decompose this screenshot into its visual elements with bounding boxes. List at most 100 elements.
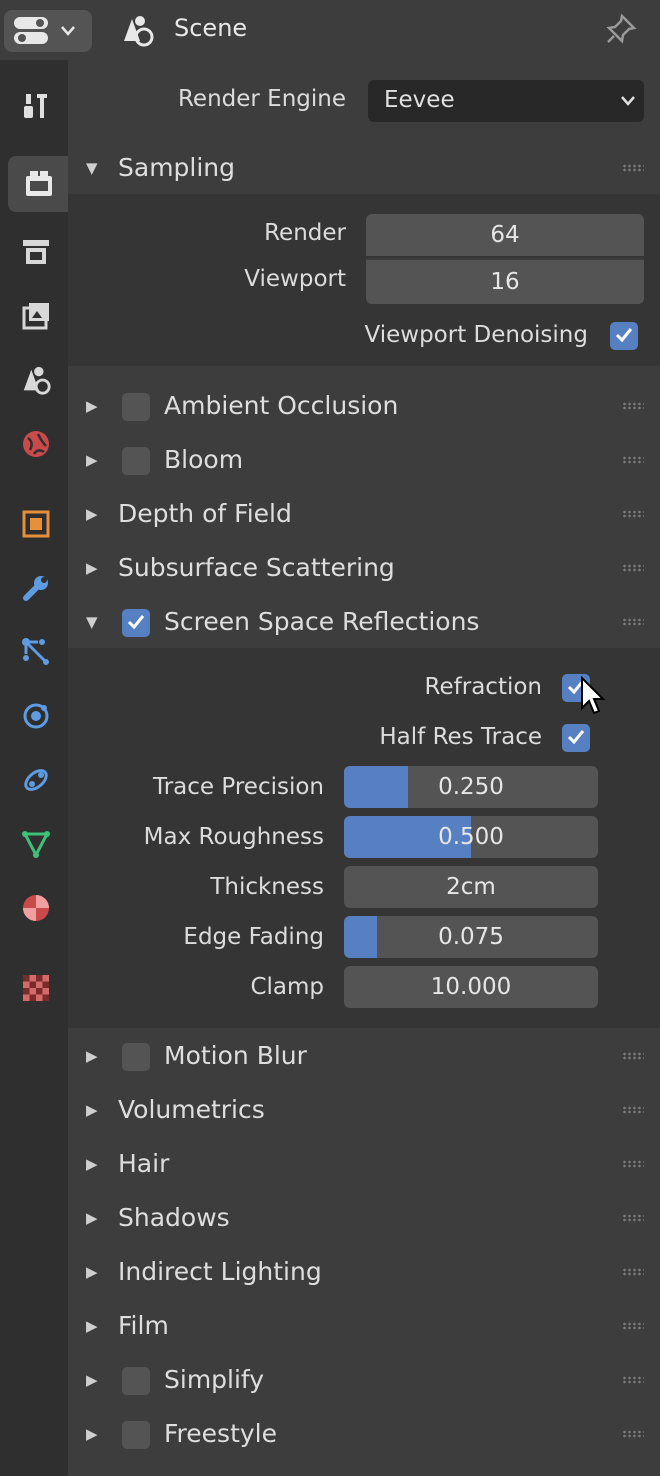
panel-screen-space-reflections-header[interactable]: ▼ Screen Space Reflections xyxy=(68,596,660,648)
render-samples-label: Render xyxy=(264,220,346,246)
drag-grip-icon[interactable] xyxy=(622,1430,644,1438)
clamp-label: Clamp xyxy=(250,974,324,1000)
panel-title: Bloom xyxy=(164,445,244,474)
viewport-samples-field[interactable]: 16 xyxy=(366,258,644,304)
edge-fading-slider[interactable]: 0.075 xyxy=(344,916,598,958)
thickness-label: Thickness xyxy=(210,874,324,900)
tab-output[interactable] xyxy=(8,224,64,280)
tab-physics[interactable] xyxy=(8,688,64,744)
tab-scene[interactable] xyxy=(8,352,64,408)
drag-grip-icon[interactable] xyxy=(622,1322,644,1330)
checkmark-icon xyxy=(567,730,585,745)
tab-world[interactable] xyxy=(8,416,64,472)
ssr-body: Refraction Half Res Trace Trace Precisio… xyxy=(68,648,660,1028)
panel-hair-header[interactable]: ▶ Hair xyxy=(68,1138,660,1190)
mouse-cursor-icon xyxy=(581,676,606,715)
output-printer-icon xyxy=(23,240,49,264)
render-samples-field[interactable]: 64 xyxy=(366,214,644,256)
panel-title: Depth of Field xyxy=(118,499,292,528)
panel-title: Sampling xyxy=(118,153,236,182)
edge-fading-value: 0.075 xyxy=(438,924,504,950)
panel-sampling-header[interactable]: ▼ Sampling xyxy=(68,142,660,194)
panel-motion-blur-header[interactable]: ▶ Motion Blur xyxy=(68,1030,660,1082)
panel-title: Simplify xyxy=(164,1365,265,1394)
tab-modifiers[interactable] xyxy=(8,560,64,616)
max-roughness-label: Max Roughness xyxy=(143,824,324,850)
editor-type-button[interactable] xyxy=(4,10,92,52)
thickness-field[interactable]: 2cm xyxy=(344,866,598,908)
panel-shadows-header[interactable]: ▶ Shadows xyxy=(68,1192,660,1244)
panel-indirect-lighting-header[interactable]: ▶ Indirect Lighting xyxy=(68,1246,660,1298)
panel-title: Indirect Lighting xyxy=(118,1257,322,1286)
panel-simplify-header[interactable]: ▶ Simplify xyxy=(68,1354,660,1406)
panel-title: Subsurface Scattering xyxy=(118,553,395,582)
panel-freestyle-header[interactable]: ▶ Freestyle xyxy=(68,1408,660,1460)
collapsed-arrow-icon: ▶ xyxy=(86,559,98,577)
trace-precision-slider[interactable]: 0.250 xyxy=(344,766,598,808)
clamp-value: 10.000 xyxy=(430,974,512,1000)
collapsed-arrow-icon: ▶ xyxy=(86,1155,98,1173)
drag-grip-icon[interactable] xyxy=(622,1376,644,1384)
expanded-arrow-icon: ▼ xyxy=(86,613,98,631)
half-res-trace-checkbox[interactable] xyxy=(562,724,590,752)
drag-grip-icon[interactable] xyxy=(622,510,644,518)
tab-particles[interactable] xyxy=(8,624,64,680)
tab-tool[interactable] xyxy=(8,78,64,134)
collapsed-arrow-icon: ▶ xyxy=(86,397,98,415)
panel-title: Film xyxy=(118,1311,169,1340)
object-icon xyxy=(22,510,50,538)
pin-icon[interactable] xyxy=(604,12,638,46)
screen-space-reflections-checkbox[interactable] xyxy=(122,609,150,637)
tab-object-data[interactable] xyxy=(8,816,64,872)
tab-material[interactable] xyxy=(8,880,64,936)
material-icon xyxy=(23,895,49,921)
panel-depth-of-field-header[interactable]: ▶ Depth of Field xyxy=(68,488,660,540)
render-engine-dropdown[interactable]: Eevee xyxy=(368,80,644,122)
render-samples-value: 64 xyxy=(490,222,520,248)
drag-grip-icon[interactable] xyxy=(622,1268,644,1276)
viewport-samples-value: 16 xyxy=(490,269,520,295)
tab-object[interactable] xyxy=(8,496,64,552)
panel-ambient-occlusion-header[interactable]: ▶ Ambient Occlusion xyxy=(68,380,660,432)
scene-label: Scene xyxy=(174,14,248,42)
scene-tab-icon xyxy=(23,366,51,395)
ambient-occlusion-checkbox[interactable] xyxy=(122,393,150,421)
thickness-value: 2cm xyxy=(446,874,496,900)
collapsed-arrow-icon: ▶ xyxy=(86,505,98,523)
panel-subsurface-scattering-header[interactable]: ▶ Subsurface Scattering xyxy=(68,542,660,594)
chevron-down-icon xyxy=(621,96,635,106)
drag-grip-icon[interactable] xyxy=(622,618,644,626)
collapsed-arrow-icon: ▶ xyxy=(86,1371,98,1389)
motion-blur-checkbox[interactable] xyxy=(122,1043,150,1071)
tab-view-layer[interactable] xyxy=(8,288,64,344)
collapsed-arrow-icon: ▶ xyxy=(86,1101,98,1119)
drag-grip-icon[interactable] xyxy=(622,402,644,410)
render-engine-value: Eevee xyxy=(384,87,455,113)
drag-grip-icon[interactable] xyxy=(622,1052,644,1060)
panel-title: Motion Blur xyxy=(164,1041,307,1070)
tab-render[interactable] xyxy=(8,156,70,212)
drag-grip-icon[interactable] xyxy=(622,1106,644,1114)
panel-title: Screen Space Reflections xyxy=(164,607,480,636)
max-roughness-slider[interactable]: 0.500 xyxy=(344,816,598,858)
bloom-checkbox[interactable] xyxy=(122,447,150,475)
viewport-denoising-checkbox[interactable] xyxy=(610,322,638,350)
collapsed-arrow-icon: ▶ xyxy=(86,1425,98,1443)
tab-texture[interactable] xyxy=(8,960,64,1016)
panel-title: Hair xyxy=(118,1149,170,1178)
drag-grip-icon[interactable] xyxy=(622,1160,644,1168)
checkmark-icon xyxy=(615,328,633,343)
panel-film-header[interactable]: ▶ Film xyxy=(68,1300,660,1352)
panel-title: Freestyle xyxy=(164,1419,278,1448)
drag-grip-icon[interactable] xyxy=(622,564,644,572)
panel-volumetrics-header[interactable]: ▶ Volumetrics xyxy=(68,1084,660,1136)
drag-grip-icon[interactable] xyxy=(622,456,644,464)
clamp-field[interactable]: 10.000 xyxy=(344,966,598,1008)
freestyle-checkbox[interactable] xyxy=(122,1421,150,1449)
properties-header: Scene xyxy=(0,0,660,60)
drag-grip-icon[interactable] xyxy=(622,1214,644,1222)
panel-bloom-header[interactable]: ▶ Bloom xyxy=(68,434,660,486)
tab-constraints[interactable] xyxy=(8,752,64,808)
simplify-checkbox[interactable] xyxy=(122,1367,150,1395)
drag-grip-icon[interactable] xyxy=(622,164,644,172)
